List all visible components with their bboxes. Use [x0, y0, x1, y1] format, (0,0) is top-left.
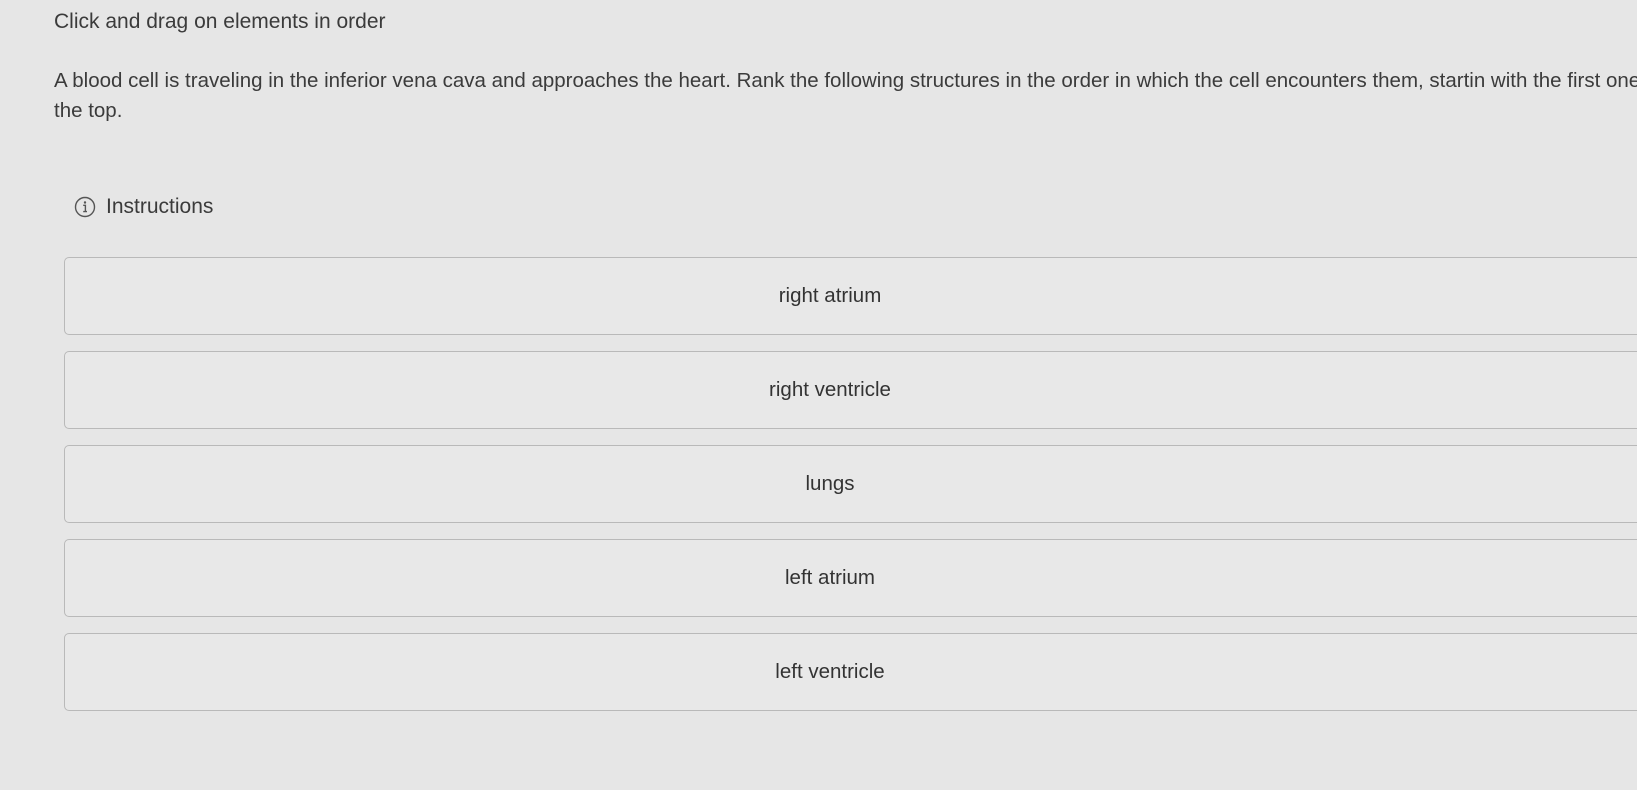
instructions-toggle[interactable]: Instructions	[74, 195, 213, 219]
draggable-item-right-ventricle[interactable]: right ventricle	[64, 351, 1637, 429]
item-label: left atrium	[785, 566, 875, 589]
item-label: left ventricle	[775, 660, 885, 683]
question-text: A blood cell is traveling in the inferio…	[54, 69, 1637, 122]
instructions-label: Instructions	[106, 195, 214, 218]
ranking-list: right atrium right ventricle lungs left …	[64, 257, 1637, 727]
page-heading: Click and drag on elements in order	[54, 10, 386, 33]
item-label: lungs	[805, 472, 855, 495]
item-label: right ventricle	[769, 378, 891, 401]
draggable-item-left-ventricle[interactable]: left ventricle	[64, 633, 1637, 711]
draggable-item-right-atrium[interactable]: right atrium	[64, 257, 1637, 335]
draggable-item-left-atrium[interactable]: left atrium	[64, 539, 1637, 617]
info-icon	[74, 196, 96, 218]
item-label: right atrium	[778, 284, 882, 307]
draggable-item-lungs[interactable]: lungs	[64, 445, 1637, 523]
